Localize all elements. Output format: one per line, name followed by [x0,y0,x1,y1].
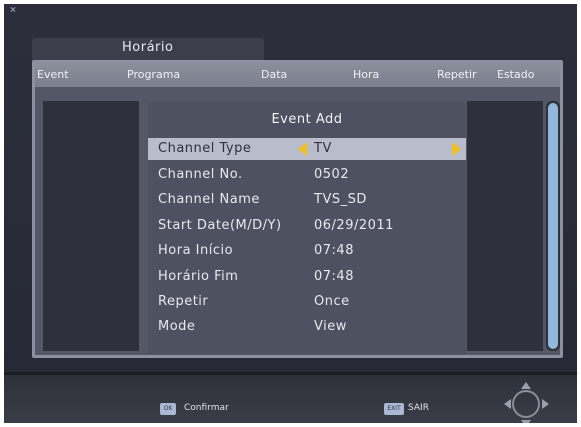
field-label: Channel No. [158,167,243,182]
field-value: 07:48 [314,243,354,258]
field-value: 06/29/2011 [314,218,394,233]
field-label: Channel Type [158,141,252,156]
ok-key-icon: OK [160,403,176,415]
arrow-right-icon[interactable] [452,142,461,156]
col-header-data: Data [261,68,288,81]
footer-bar: OK Confirmar EXIT SAIR [4,372,577,423]
scrollbar-thumb[interactable] [548,103,558,349]
col-header-repetir: Repetir [437,68,477,81]
field-label: Channel Name [158,192,260,207]
status-list-column [467,101,543,351]
field-start-time[interactable]: Hora Início 07:48 [148,240,466,262]
field-label: Repetir [158,294,209,309]
field-value: TV [314,141,332,156]
field-label: Hora Início [158,243,234,258]
dpad-icon [504,382,550,423]
dpad-ring [512,390,540,418]
field-value: TVS_SD [314,192,367,207]
event-list-column [43,101,139,351]
col-header-event: Event [37,68,69,81]
title-tab: Horário [32,38,264,60]
exit-key-icon: EXIT [384,403,404,415]
dpad-right-icon [542,399,549,409]
field-label: Mode [158,319,196,334]
field-end-time[interactable]: Horário Fim 07:48 [148,266,466,288]
confirm-hint: Confirmar [184,403,229,413]
field-value: View [314,319,347,334]
corner-mark-icon [10,6,16,12]
table-header: Event Programa Data Hora Repetir Estado [35,63,560,87]
dpad-down-icon [521,420,531,423]
tv-screen: Horário Event Programa Data Hora Repetir… [4,4,577,423]
field-value: 0502 [314,167,350,182]
field-label: Start Date(M/D/Y) [158,218,282,233]
col-header-estado: Estado [497,68,535,81]
exit-hint: SAIR [408,403,429,413]
field-value: Once [314,294,350,309]
field-channel-name[interactable]: Channel Name TVS_SD [148,189,466,211]
dpad-left-icon [504,399,511,409]
arrow-left-icon[interactable] [298,142,307,156]
field-channel-no[interactable]: Channel No. 0502 [148,164,466,186]
dpad-up-icon [521,382,531,389]
field-channel-type[interactable]: Channel Type TV [148,138,466,160]
page-title: Horário [122,40,174,55]
field-label: Horário Fim [158,269,239,284]
event-add-dialog: Event Add Channel Type TV Channel No. 05… [148,102,466,354]
dialog-title: Event Add [271,112,343,127]
field-repeat[interactable]: Repetir Once [148,291,466,313]
col-header-programa: Programa [127,68,181,81]
scrollbar-track[interactable] [546,101,560,351]
field-start-date[interactable]: Start Date(M/D/Y) 06/29/2011 [148,215,466,237]
col-header-hora: Hora [353,68,380,81]
field-value: 07:48 [314,269,354,284]
field-mode[interactable]: Mode View [148,316,466,338]
